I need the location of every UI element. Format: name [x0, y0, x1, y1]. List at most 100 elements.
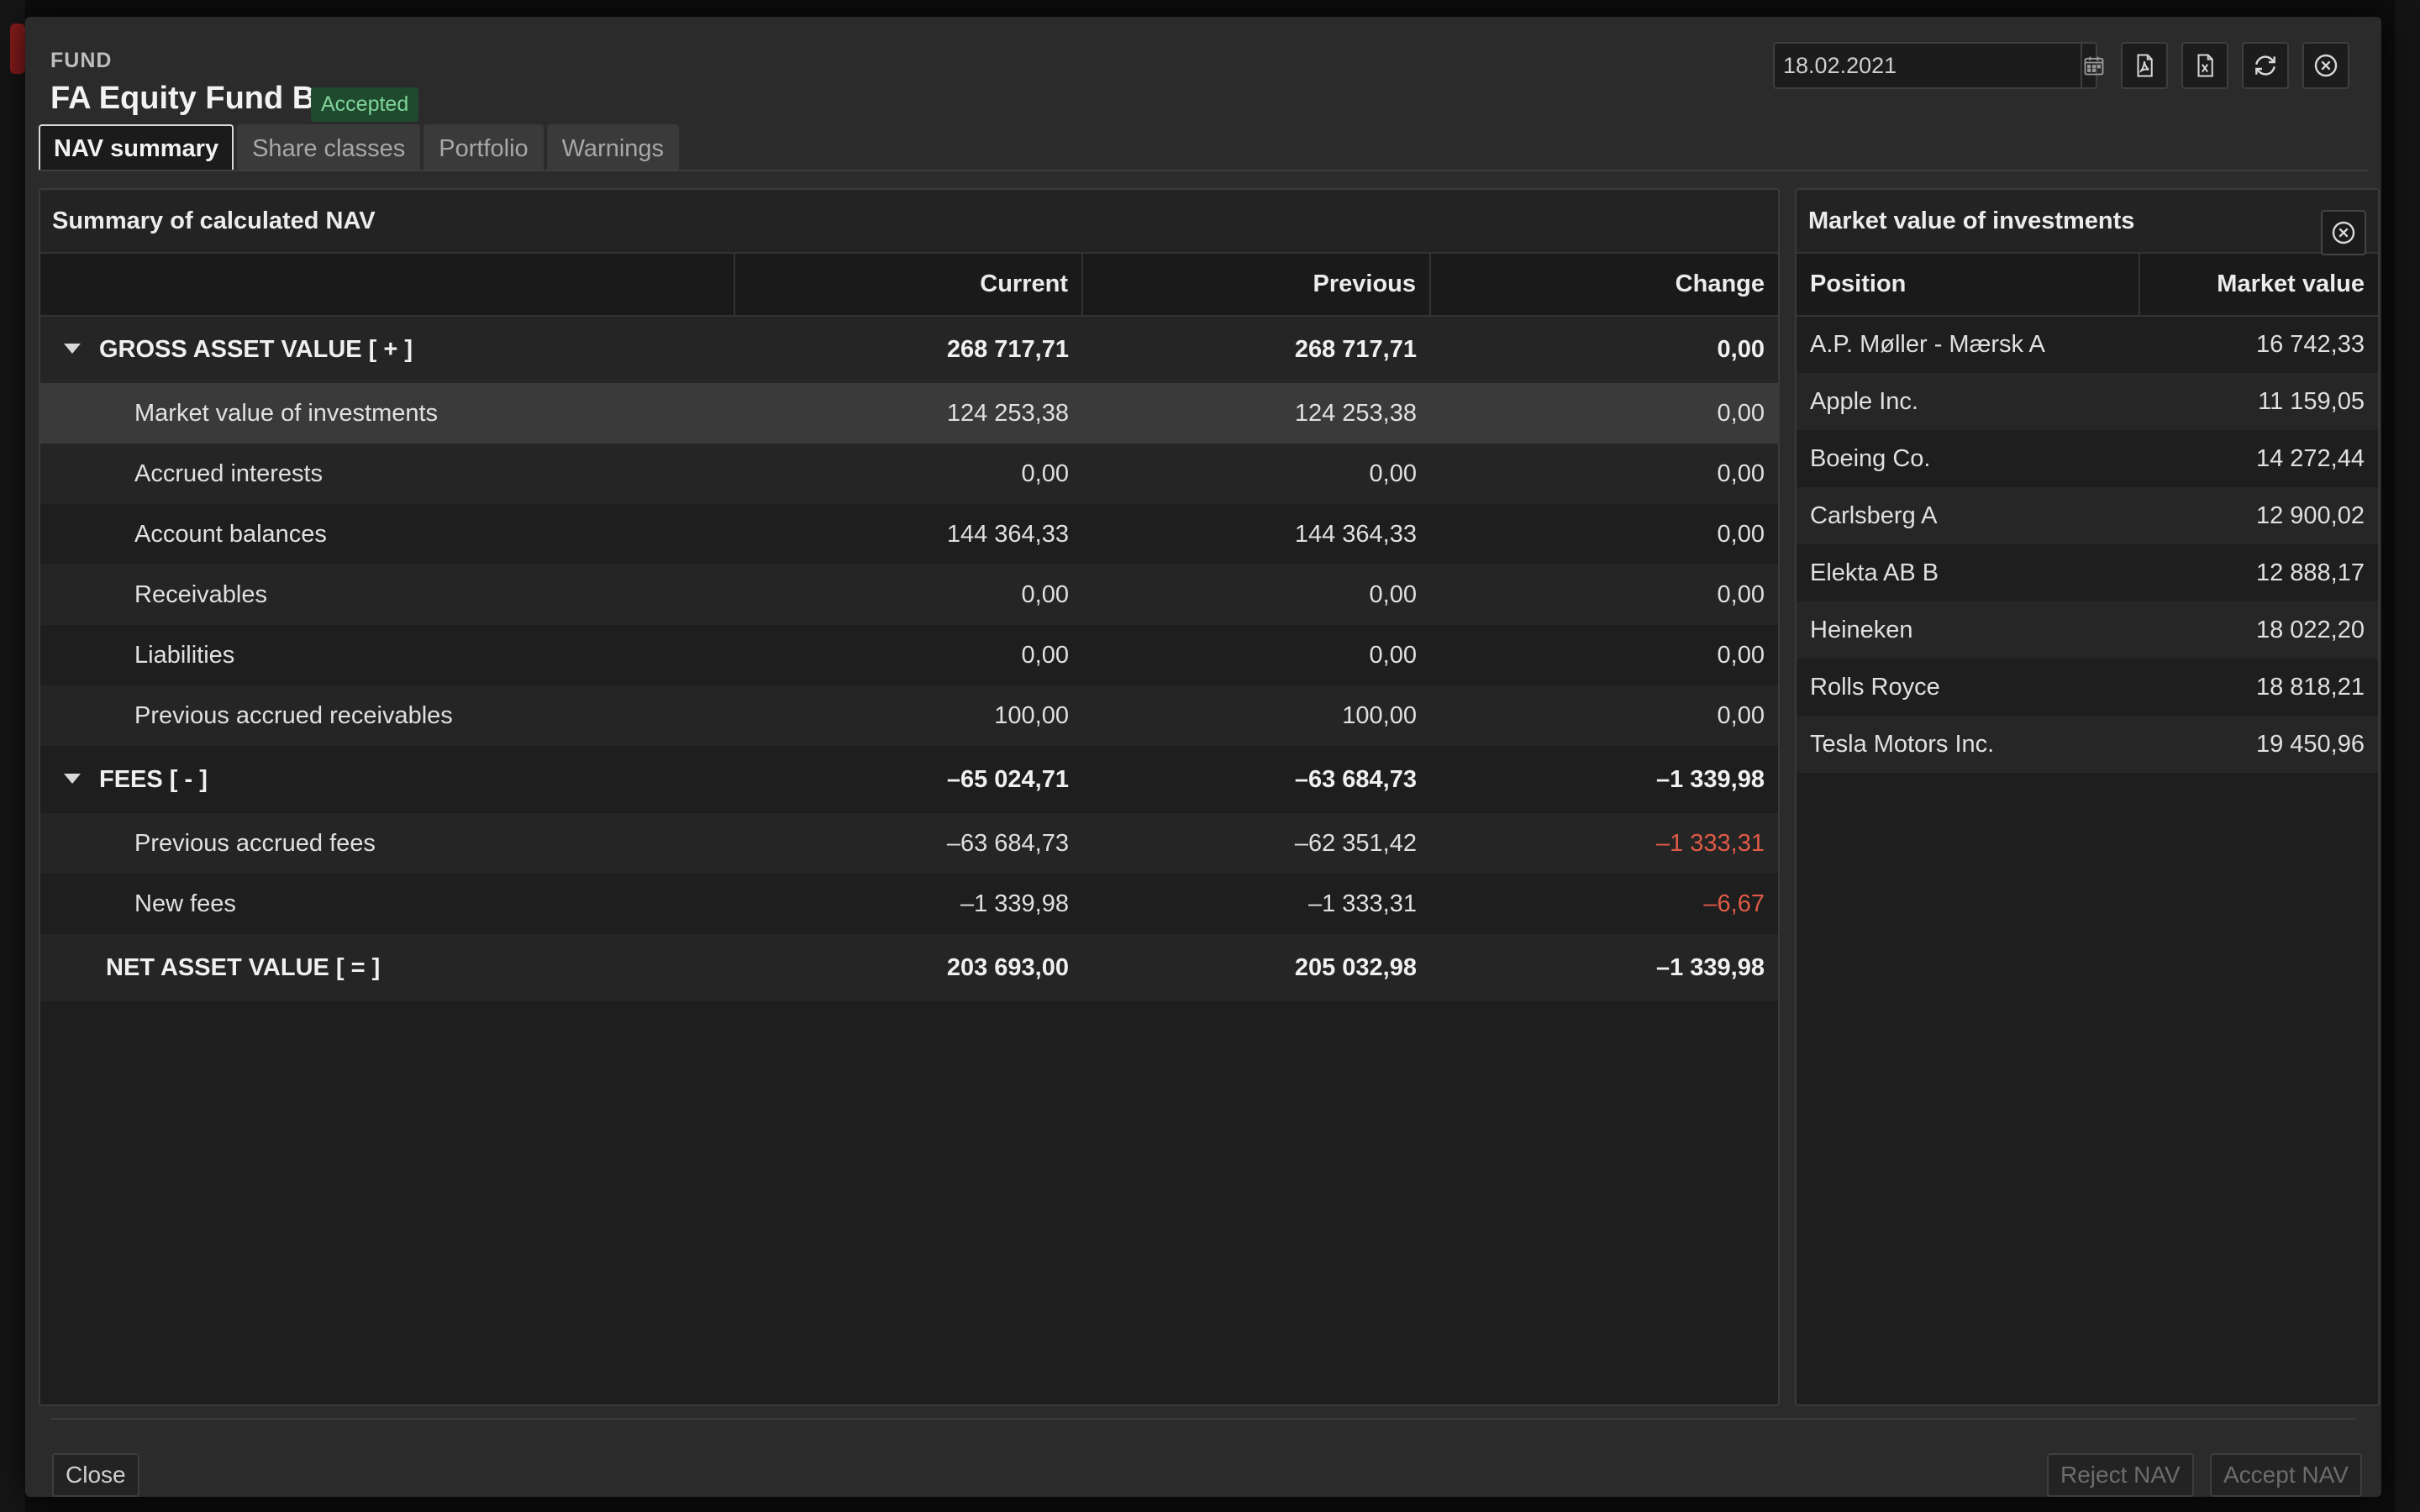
cell-previous: 144 364,33 — [1082, 504, 1430, 564]
table-row-market-value[interactable]: Market value of investments 124 253,38 1… — [40, 383, 1778, 444]
cell-previous: 124 253,38 — [1082, 383, 1430, 444]
table-row[interactable]: Tesla Motors Inc. 19 450,96 — [1797, 716, 2378, 773]
column-header-label — [40, 254, 735, 317]
cell-change: 0,00 — [1430, 444, 1778, 504]
row-label: Account balances — [40, 504, 734, 564]
table-row-net-asset-value[interactable]: NET ASSET VALUE [ = ] 203 693,00 205 032… — [40, 934, 1778, 1001]
pdf-export-icon[interactable] — [2121, 42, 2168, 89]
market-value-table: Position Market value A.P. Møller - Mærs… — [1797, 254, 2378, 773]
cell-change: 0,00 — [1430, 564, 1778, 625]
cell-change: 0,00 — [1430, 685, 1778, 746]
cell-change: 0,00 — [1430, 316, 1778, 383]
cell-previous: 0,00 — [1082, 564, 1430, 625]
cell-market-value: 11 159,05 — [2139, 373, 2378, 430]
cell-current: 0,00 — [734, 625, 1082, 685]
background-app-marker — [10, 24, 25, 74]
table-row-gross-asset-value[interactable]: GROSS ASSET VALUE [ + ] 268 717,71 268 7… — [40, 316, 1778, 383]
close-circle-icon[interactable] — [2302, 42, 2349, 89]
row-label: NET ASSET VALUE [ = ] — [40, 934, 734, 1001]
background-app-sidebar — [0, 0, 25, 1512]
cell-previous: 0,00 — [1082, 625, 1430, 685]
table-row-receivables[interactable]: Receivables 0,00 0,00 0,00 — [40, 564, 1778, 625]
cell-current: –63 684,73 — [734, 813, 1082, 874]
cell-current: –65 024,71 — [734, 746, 1082, 813]
table-row[interactable]: A.P. Møller - Mærsk A 16 742,33 — [1797, 316, 2378, 373]
date-picker[interactable] — [1773, 42, 2104, 89]
market-value-title-text: Market value of investments — [1808, 207, 2135, 234]
column-header-change[interactable]: Change — [1430, 254, 1778, 317]
cell-current: 100,00 — [734, 685, 1082, 746]
column-header-previous[interactable]: Previous — [1082, 254, 1431, 317]
cell-change: –1 339,98 — [1430, 934, 1778, 1001]
table-row-new-fees[interactable]: New fees –1 339,98 –1 333,31 –6,67 — [40, 874, 1778, 934]
table-row-account-balances[interactable]: Account balances 144 364,33 144 364,33 0… — [40, 504, 1778, 564]
row-label: Previous accrued fees — [40, 813, 734, 874]
cell-market-value: 12 900,02 — [2139, 487, 2378, 544]
cell-position: Apple Inc. — [1797, 373, 2139, 430]
cell-current: 0,00 — [734, 564, 1082, 625]
cell-current: 124 253,38 — [734, 383, 1082, 444]
caret-down-icon[interactable] — [64, 344, 81, 354]
caret-down-icon[interactable] — [64, 773, 81, 784]
row-label: GROSS ASSET VALUE [ + ] — [99, 336, 413, 363]
table-row[interactable]: Apple Inc. 11 159,05 — [1797, 373, 2378, 430]
market-value-title: Market value of investments — [1797, 190, 2378, 255]
tab-divider — [39, 170, 2368, 171]
cell-change: –1 333,31 — [1430, 813, 1778, 874]
cell-market-value: 16 742,33 — [2139, 316, 2378, 373]
row-label: New fees — [40, 874, 734, 934]
excel-export-icon[interactable] — [2181, 42, 2228, 89]
cell-change: –6,67 — [1430, 874, 1778, 934]
table-row[interactable]: Rolls Royce 18 818,21 — [1797, 659, 2378, 716]
table-row[interactable]: Carlsberg A 12 900,02 — [1797, 487, 2378, 544]
table-row[interactable]: Elekta AB B 12 888,17 — [1797, 544, 2378, 601]
row-label: Liabilities — [40, 625, 734, 685]
date-input[interactable] — [1775, 44, 2081, 87]
nav-summary-table: Current Previous Change GROSS ASSET VALU… — [40, 254, 1778, 1001]
cell-current: 0,00 — [734, 444, 1082, 504]
cell-previous: 205 032,98 — [1082, 934, 1430, 1001]
cell-change: 0,00 — [1430, 383, 1778, 444]
table-row-fees[interactable]: FEES [ - ] –65 024,71 –63 684,73 –1 339,… — [40, 746, 1778, 813]
reject-nav-button[interactable]: Reject NAV — [2047, 1453, 2194, 1497]
column-header-current[interactable]: Current — [734, 254, 1083, 317]
column-header-market-value[interactable]: Market value — [2139, 254, 2378, 317]
cell-position: Elekta AB B — [1797, 544, 2139, 601]
cell-previous: 268 717,71 — [1082, 316, 1430, 383]
table-row-accrued-interests[interactable]: Accrued interests 0,00 0,00 0,00 — [40, 444, 1778, 504]
cell-position: Rolls Royce — [1797, 659, 2139, 716]
tab-nav-summary[interactable]: NAV summary — [39, 124, 234, 171]
cell-previous: 100,00 — [1082, 685, 1430, 746]
cell-position: Heineken — [1797, 601, 2139, 659]
cell-market-value: 18 818,21 — [2139, 659, 2378, 716]
refresh-icon[interactable] — [2242, 42, 2289, 89]
table-row[interactable]: Heineken 18 022,20 — [1797, 601, 2378, 659]
tab-warnings[interactable]: Warnings — [546, 124, 680, 171]
cell-position: Boeing Co. — [1797, 430, 2139, 487]
cell-position: A.P. Møller - Mærsk A — [1797, 316, 2139, 373]
tab-share-classes[interactable]: Share classes — [237, 124, 421, 171]
table-row[interactable]: Boeing Co. 14 272,44 — [1797, 430, 2378, 487]
cell-current: –1 339,98 — [734, 874, 1082, 934]
close-panel-icon[interactable] — [2321, 210, 2366, 255]
fund-kicker: FUND — [50, 49, 113, 72]
cell-previous: –63 684,73 — [1082, 746, 1430, 813]
column-header-position[interactable]: Position — [1797, 254, 2140, 317]
table-row-previous-accrued-receivables[interactable]: Previous accrued receivables 100,00 100,… — [40, 685, 1778, 746]
accept-nav-button[interactable]: Accept NAV — [2210, 1453, 2362, 1497]
table-row-liabilities[interactable]: Liabilities 0,00 0,00 0,00 — [40, 625, 1778, 685]
row-label: Market value of investments — [40, 383, 734, 444]
cell-change: 0,00 — [1430, 625, 1778, 685]
market-value-panel: Market value of investments Position Mar… — [1795, 188, 2380, 1406]
table-row-previous-accrued-fees[interactable]: Previous accrued fees –63 684,73 –62 351… — [40, 813, 1778, 874]
cell-market-value: 19 450,96 — [2139, 716, 2378, 773]
fund-modal: FUND FA Equity Fund B Accepted 18.02.202… — [25, 17, 2381, 1497]
calendar-icon[interactable] — [2081, 44, 2106, 87]
cell-change: 0,00 — [1430, 504, 1778, 564]
cell-position: Tesla Motors Inc. — [1797, 716, 2139, 773]
status-badge: Accepted — [311, 87, 419, 122]
row-label: Accrued interests — [40, 444, 734, 504]
tab-portfolio[interactable]: Portfolio — [424, 124, 544, 171]
cell-previous: 0,00 — [1082, 444, 1430, 504]
close-button[interactable]: Close — [52, 1453, 139, 1497]
